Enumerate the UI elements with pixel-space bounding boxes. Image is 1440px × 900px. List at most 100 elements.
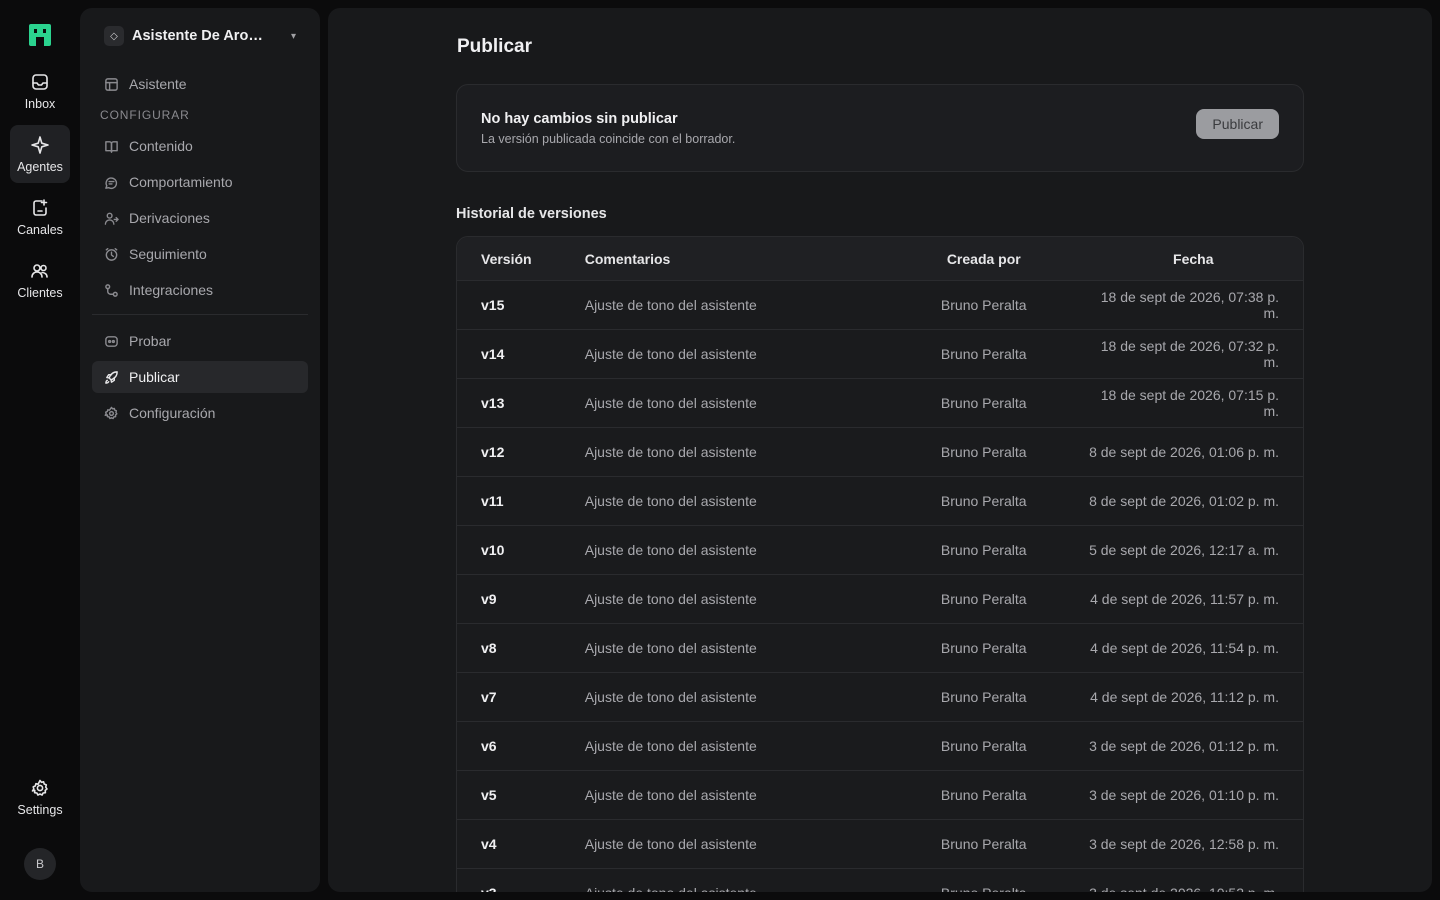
date-cell: 5 de sept de 2026, 12:17 a. m. bbox=[1089, 542, 1279, 558]
version-cell: v14 bbox=[481, 346, 505, 362]
nav-item-asistente[interactable]: Asistente bbox=[92, 68, 308, 100]
table-row[interactable]: v6 Ajuste de tono del asistente Bruno Pera… bbox=[457, 722, 1303, 771]
author-cell: Bruno Peralta bbox=[940, 738, 1027, 754]
table-row[interactable]: v11 Ajuste de tono del asistente Bruno Per… bbox=[457, 477, 1303, 526]
rail-item-label: Agentes bbox=[17, 159, 63, 174]
agent-sidebar: ◇ Asistente De Arom… ▾ Asistente CONFIGU… bbox=[80, 8, 320, 892]
version-cell: v4 bbox=[481, 836, 497, 852]
author-cell: Bruno Peralta bbox=[940, 787, 1027, 803]
users-icon bbox=[31, 263, 48, 278]
rail-item-inbox[interactable]: Inbox bbox=[10, 62, 70, 120]
author-cell: Bruno Peralta bbox=[940, 591, 1027, 607]
app-logo[interactable] bbox=[27, 22, 53, 48]
rocket-icon bbox=[105, 370, 118, 384]
version-cell: v7 bbox=[481, 689, 497, 705]
date-cell: 18 de sept de 2026, 07:32 p. m. bbox=[1100, 338, 1279, 370]
table-row[interactable]: v7 Ajuste de tono del asistente Bruno Pera… bbox=[457, 673, 1303, 722]
author-cell: Bruno Peralta bbox=[940, 444, 1027, 460]
nav-item-label: Contenido bbox=[129, 138, 193, 154]
chat-icon bbox=[105, 176, 118, 189]
comment-cell: Ajuste de tono del asistente bbox=[584, 297, 757, 313]
channels-icon bbox=[33, 198, 48, 216]
version-cell: v13 bbox=[481, 395, 505, 411]
comment-cell: Ajuste de tono del asistente bbox=[584, 738, 757, 754]
version-cell: v12 bbox=[481, 444, 505, 460]
nav-section-configurar: CONFIGURAR bbox=[100, 108, 190, 122]
rail-item-label: Inbox bbox=[24, 96, 56, 111]
nav-item-label: Comportamiento bbox=[129, 174, 233, 190]
nav-item-integraciones[interactable]: Integraciones bbox=[92, 274, 308, 306]
comment-cell: Ajuste de tono del asistente bbox=[584, 591, 757, 607]
publish-status-title: No hay cambios sin publicar bbox=[481, 111, 678, 127]
table-row[interactable]: v4 Ajuste de tono del asistente Bruno Pera… bbox=[457, 820, 1303, 869]
user-avatar[interactable]: B bbox=[24, 848, 56, 880]
comment-cell: Ajuste de tono del asistente bbox=[584, 640, 757, 656]
rail-item-label: Canales bbox=[17, 222, 63, 237]
nav-item-contenido[interactable]: Contenido bbox=[92, 130, 308, 162]
nav-item-derivaciones[interactable]: Derivaciones bbox=[92, 202, 308, 234]
table-row[interactable]: v13 Ajuste de tono del asistente Bruno Per… bbox=[457, 379, 1303, 428]
date-cell: 3 de sept de 2026, 01:12 p. m. bbox=[1089, 738, 1279, 754]
nav-item-configuracion[interactable]: Configuración bbox=[92, 397, 308, 429]
rail-item-settings[interactable]: Settings bbox=[10, 768, 70, 826]
nav-item-label: Configuración bbox=[129, 405, 216, 421]
author-cell: Bruno Peralta bbox=[940, 542, 1027, 558]
app-rail: Inbox Agentes Canales Clientes Settings … bbox=[0, 0, 80, 900]
publish-status-card: No hay cambios sin publicar La versión p… bbox=[456, 84, 1304, 172]
nav-item-seguimiento[interactable]: Seguimiento bbox=[92, 238, 308, 270]
comment-cell: Ajuste de tono del asistente bbox=[584, 787, 757, 803]
rail-item-agentes[interactable]: Agentes bbox=[10, 125, 70, 183]
date-cell: 4 de sept de 2026, 11:12 p. m. bbox=[1090, 689, 1279, 705]
table-row[interactable]: v15 Ajuste de tono del asistente Bruno Per… bbox=[457, 281, 1303, 330]
table-row[interactable]: v14 Ajuste de tono del asistente Bruno Per… bbox=[457, 330, 1303, 379]
book-icon bbox=[105, 140, 118, 153]
table-body: v15 Ajuste de tono del asistente Bruno Per… bbox=[457, 281, 1303, 892]
comment-cell: Ajuste de tono del asistente bbox=[584, 836, 757, 852]
comment-cell: Ajuste de tono del asistente bbox=[584, 444, 757, 460]
nav-item-label: Probar bbox=[129, 333, 172, 349]
chevron-down-icon: ▾ bbox=[290, 30, 296, 42]
table-row[interactable]: v3Ajuste de tono del asistenteBruno Pera… bbox=[457, 869, 1303, 892]
rail-item-canales[interactable]: Canales bbox=[10, 188, 70, 246]
nav-item-comportamiento[interactable]: Comportamiento bbox=[92, 166, 308, 198]
table-row[interactable]: v9 Ajuste de tono del asistente Bruno Pera… bbox=[457, 575, 1303, 624]
nav-item-label: Integraciones bbox=[129, 282, 214, 298]
integrations-icon bbox=[105, 283, 118, 297]
date-cell: 3 de sept de 2026, 12:58 p. m. bbox=[1089, 836, 1279, 852]
author-cell: Bruno Peralta bbox=[940, 493, 1027, 509]
nav-divider bbox=[92, 314, 308, 315]
nav-item-probar[interactable]: Probar bbox=[92, 325, 308, 357]
inbox-icon bbox=[32, 73, 48, 90]
table-row[interactable]: v10 Ajuste de tono del asistente Bruno Per… bbox=[457, 526, 1303, 575]
test-icon bbox=[105, 335, 118, 347]
author-cell: Bruno Peralta bbox=[884, 885, 1084, 892]
table-row[interactable]: v8 Ajuste de tono del asistente Bruno Pera… bbox=[457, 624, 1303, 673]
agent-switcher[interactable]: ◇ Asistente De Arom… ▾ bbox=[92, 24, 308, 48]
nav-item-publicar[interactable]: Publicar bbox=[92, 361, 308, 393]
rail-item-clientes[interactable]: Clientes bbox=[10, 251, 70, 309]
nav-item-label: Seguimiento bbox=[129, 246, 207, 262]
version-cell: v3 bbox=[457, 885, 585, 892]
publish-status-subtitle: La versión publicada coincide con el bor… bbox=[481, 132, 736, 146]
comment-cell: Ajuste de tono del asistente bbox=[584, 542, 757, 558]
comment-cell: Ajuste de tono del asistente bbox=[585, 885, 884, 892]
table-row[interactable]: v5 Ajuste de tono del asistente Bruno Pera… bbox=[457, 771, 1303, 820]
rail-item-label: Settings bbox=[17, 802, 63, 817]
publish-button[interactable]: Publicar bbox=[1196, 109, 1279, 139]
version-cell: v5 bbox=[481, 787, 497, 803]
table-header: Versión Comentarios Creada por Fecha bbox=[457, 237, 1303, 281]
comment-cell: Ajuste de tono del asistente bbox=[584, 346, 757, 362]
version-cell: v8 bbox=[481, 640, 497, 656]
date-cell: 4 de sept de 2026, 11:57 p. m. bbox=[1090, 591, 1279, 607]
page-title: Publicar bbox=[457, 36, 532, 57]
date-cell: 4 de sept de 2026, 11:54 p. m. bbox=[1090, 640, 1279, 656]
table-row[interactable]: v12 Ajuste de tono del asistente Bruno Per… bbox=[457, 428, 1303, 477]
version-cell: v6 bbox=[481, 738, 497, 754]
author-cell: Bruno Peralta bbox=[940, 836, 1027, 852]
column-header-version: Versión bbox=[481, 250, 532, 267]
comment-cell: Ajuste de tono del asistente bbox=[584, 395, 757, 411]
column-header-comments: Comentarios bbox=[584, 250, 671, 267]
user-handoff-icon bbox=[104, 212, 119, 225]
date-cell: 3 de sept de 2026, 10:52 p. m. bbox=[1083, 885, 1303, 892]
date-cell: 18 de sept de 2026, 07:38 p. m. bbox=[1100, 289, 1279, 321]
